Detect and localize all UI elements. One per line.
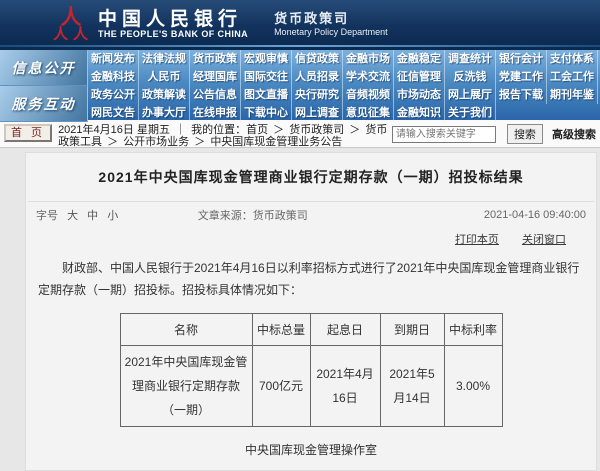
- breadcrumb-divider: ｜: [175, 124, 186, 136]
- breadcrumb-separator: ＞: [194, 136, 205, 148]
- nav-item[interactable]: 金融知识: [394, 104, 445, 122]
- nav-item[interactable]: 调查统计: [445, 50, 496, 68]
- article-panel: 2021年中央国库现金管理商业银行定期存款（一期）招投标结果 字号 大 中 小 …: [25, 152, 597, 471]
- nav-item[interactable]: 公告信息: [190, 86, 241, 104]
- cell-amount: 700亿元: [252, 346, 310, 427]
- article-datetime: 2021-04-16 09:40:00: [424, 209, 586, 221]
- breadcrumb-link-open-market[interactable]: 公开市场业务: [123, 136, 189, 148]
- article-paragraph: 财政部、中国人民银行于2021年4月16日以利率招标方式进行了2021年中央国库…: [38, 257, 584, 301]
- nav-item[interactable]: 宏观审慎: [241, 50, 292, 68]
- search-input[interactable]: [392, 126, 496, 143]
- table-header-row: 名称 中标总量 起息日 到期日 中标利率: [120, 314, 502, 346]
- nav-item[interactable]: 音频视频: [343, 86, 394, 104]
- nav-item[interactable]: 支付体系: [547, 50, 598, 68]
- nav-item[interactable]: 关于我们: [445, 104, 496, 122]
- bank-name-cn: 中国人民银行: [98, 9, 248, 29]
- font-size-medium-button[interactable]: 中: [87, 210, 98, 222]
- bank-name-en: THE PEOPLE'S BANK OF CHINA: [98, 29, 248, 39]
- nav-item[interactable]: 网上展厅: [445, 86, 496, 104]
- col-header-start-date: 起息日: [310, 314, 380, 346]
- font-size-label: 字号: [36, 210, 58, 222]
- font-size-small-button[interactable]: 小: [107, 210, 118, 222]
- bid-result-table: 名称 中标总量 起息日 到期日 中标利率 2021年中央国库现金管理商业银行定期…: [120, 313, 503, 427]
- nav-item[interactable]: 在线申报: [190, 104, 241, 122]
- breadcrumb-bar: 首 页 2021年4月16日 星期五 ｜ 我的位置：首页 ＞ 货币政策司 ＞ 货…: [0, 120, 600, 148]
- svg-text:人: 人: [73, 25, 89, 43]
- breadcrumb-link-treasury-notice[interactable]: 中央国库现金管理业务公告: [210, 136, 342, 148]
- current-date: 2021年4月16日 星期五: [58, 124, 170, 136]
- nav-item[interactable]: 金融市场: [343, 50, 394, 68]
- nav-item[interactable]: 图文直播: [241, 86, 292, 104]
- article-meta: 字号 大 中 小 文章来源：货币政策司 2021-04-16 09:40:00: [26, 202, 596, 225]
- search-zone: 搜索 高级搜索: [392, 124, 596, 144]
- pboc-logo-icon: 人 人 人: [52, 5, 90, 43]
- cell-start-date: 2021年4月16日: [310, 346, 380, 427]
- nav-item[interactable]: 征信管理: [394, 68, 445, 86]
- page-title: 2021年中央国库现金管理商业银行定期存款（一期）招投标结果: [26, 167, 596, 187]
- article-actions: 打印本页 关闭窗口: [26, 225, 596, 247]
- nav-item[interactable]: 政务公开: [88, 86, 139, 104]
- col-header-amount: 中标总量: [252, 314, 310, 346]
- department-name-cn: 货币政策司: [274, 11, 388, 27]
- breadcrumb-separator: ＞: [273, 124, 284, 136]
- nav-item[interactable]: 党建工作: [496, 68, 547, 86]
- nav-item[interactable]: 下载中心: [241, 104, 292, 122]
- nav-item[interactable]: 学术交流: [343, 68, 394, 86]
- nav-item[interactable]: 期刊年鉴: [547, 86, 598, 104]
- nav-item[interactable]: 政策解读: [139, 86, 190, 104]
- nav-item[interactable]: 网民文告: [88, 104, 139, 122]
- nav-item[interactable]: 新闻发布: [88, 50, 139, 68]
- advanced-search-link[interactable]: 高级搜索: [552, 129, 596, 141]
- bank-name: 中国人民银行 THE PEOPLE'S BANK OF CHINA: [98, 9, 248, 39]
- nav-item[interactable]: 市场动态: [394, 86, 445, 104]
- col-header-rate: 中标利率: [444, 314, 502, 346]
- nav-item[interactable]: 经理国库: [190, 68, 241, 86]
- article-source: 文章来源：货币政策司: [198, 207, 424, 223]
- table-row: 2021年中央国库现金管理商业银行定期存款（一期） 700亿元 2021年4月1…: [120, 346, 502, 427]
- nav-item[interactable]: 意见征集: [343, 104, 394, 122]
- department-name-en: Monetary Policy Department: [274, 27, 388, 37]
- breadcrumb-separator: ＞: [107, 136, 118, 148]
- breadcrumb-link-dept[interactable]: 货币政策司: [289, 124, 344, 136]
- search-button[interactable]: 搜索: [507, 124, 543, 144]
- print-page-link[interactable]: 打印本页: [455, 234, 499, 246]
- nav-label-service-interaction[interactable]: 服务互动: [0, 86, 88, 122]
- col-header-maturity-date: 到期日: [380, 314, 444, 346]
- nav-item[interactable]: 工会工作: [547, 68, 598, 86]
- svg-text:人: 人: [53, 25, 69, 43]
- cell-rate: 3.00%: [444, 346, 502, 427]
- site-header: 人 人 人 中国人民银行 THE PEOPLE'S BANK OF CHINA …: [0, 0, 600, 47]
- cell-maturity-date: 2021年5月14日: [380, 346, 444, 427]
- breadcrumb-separator: ＞: [349, 124, 360, 136]
- page: { "colors": { "header_navy": "#12335e", …: [0, 0, 600, 471]
- nav-item[interactable]: 办事大厅: [139, 104, 190, 122]
- nav-item[interactable]: 金融科技: [88, 68, 139, 86]
- nav-item[interactable]: 报告下载: [496, 86, 547, 104]
- nav-item[interactable]: 人员招录: [292, 68, 343, 86]
- department-name: 货币政策司 Monetary Policy Department: [262, 11, 388, 37]
- col-header-name: 名称: [120, 314, 252, 346]
- location-label: 我的位置：首页: [191, 124, 268, 136]
- nav-section-info: 信息公开 新闻发布 法律法规 货币政策 宏观审慎 信贷政策 金融市场 金融稳定 …: [0, 50, 600, 86]
- nav-item[interactable]: 法律法规: [139, 50, 190, 68]
- nav-item[interactable]: 人民币: [139, 68, 190, 86]
- signature: 中央国库现金管理操作室: [26, 441, 596, 458]
- nav-item[interactable]: 银行会计: [496, 50, 547, 68]
- nav-item[interactable]: 反洗钱: [445, 68, 496, 86]
- nav-item[interactable]: 货币政策: [190, 50, 241, 68]
- nav-section-service: 服务互动 政务公开 政策解读 公告信息 图文直播 央行研究 音频视频 市场动态 …: [0, 86, 600, 122]
- nav-label-info-disclosure[interactable]: 信息公开: [0, 50, 88, 86]
- nav-item[interactable]: 金融稳定: [394, 50, 445, 68]
- main-nav: 信息公开 新闻发布 法律法规 货币政策 宏观审慎 信贷政策 金融市场 金融稳定 …: [0, 47, 600, 120]
- close-window-link[interactable]: 关闭窗口: [522, 234, 566, 246]
- nav-item[interactable]: 网上调查: [292, 104, 343, 122]
- cell-name: 2021年中央国库现金管理商业银行定期存款（一期）: [120, 346, 252, 427]
- breadcrumb: 2021年4月16日 星期五 ｜ 我的位置：首页 ＞ 货币政策司 ＞ 货币政策工…: [52, 123, 392, 148]
- home-button[interactable]: 首 页: [4, 124, 52, 142]
- nav-item[interactable]: 央行研究: [292, 86, 343, 104]
- nav-item[interactable]: 国际交往: [241, 68, 292, 86]
- font-size-large-button[interactable]: 大: [67, 210, 78, 222]
- nav-item[interactable]: 信贷政策: [292, 50, 343, 68]
